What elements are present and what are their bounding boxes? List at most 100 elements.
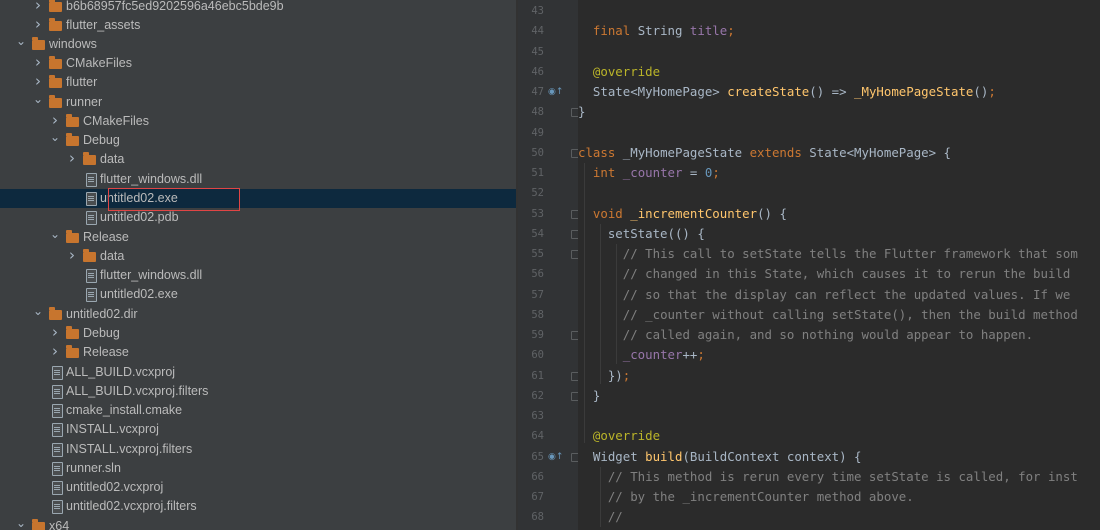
code-line[interactable]: final String title; bbox=[578, 21, 1100, 41]
folder-icon bbox=[49, 18, 62, 31]
tree-folder-row[interactable]: › flutter bbox=[0, 73, 516, 92]
folder-icon bbox=[83, 152, 96, 165]
tree-file-row[interactable]: untitled02.pdb bbox=[0, 208, 516, 227]
tree-folder-row[interactable]: ⌄ windows bbox=[0, 35, 516, 54]
chevron-right-icon[interactable]: › bbox=[32, 73, 44, 92]
line-number: 60 bbox=[531, 349, 544, 362]
tree-folder-row[interactable]: › CMakeFiles bbox=[0, 54, 516, 73]
chevron-down-icon[interactable]: ⌄ bbox=[49, 228, 61, 247]
tree-folder-row[interactable]: › Debug bbox=[0, 324, 516, 343]
line-number: 56 bbox=[531, 268, 544, 281]
tree-folder-row[interactable]: › data bbox=[0, 247, 516, 266]
code-line[interactable]: } bbox=[578, 386, 1100, 406]
tree-item-label: x64 bbox=[49, 519, 70, 530]
tree-file-row[interactable]: cmake_install.cmake bbox=[0, 401, 516, 420]
chevron-right-icon[interactable]: › bbox=[49, 112, 61, 131]
tree-file-row[interactable]: ALL_BUILD.vcxproj bbox=[0, 363, 516, 382]
project-tree-panel: › b6b68957fc5ed9202596a46ebc5bde9b › flutte… bbox=[0, 0, 516, 530]
tree-item-label: INSTALL.vcxproj bbox=[66, 422, 159, 436]
code-editor[interactable]: final String title; @override State<MyHo… bbox=[578, 0, 1100, 530]
line-number: 59 bbox=[531, 329, 544, 341]
code-line[interactable]: @override bbox=[578, 62, 1100, 82]
code-line[interactable]: // so that the display can reflect the u… bbox=[578, 285, 1100, 305]
line-number: 50 bbox=[531, 146, 544, 159]
line-number: 47 bbox=[531, 86, 544, 98]
tree-folder-row[interactable]: ⌄ x64 bbox=[0, 517, 516, 530]
file-icon bbox=[86, 173, 97, 187]
tree-item-label: data bbox=[100, 152, 125, 166]
tree-item-label: flutter_assets bbox=[66, 18, 141, 32]
code-line[interactable]: _counter++; bbox=[578, 345, 1100, 365]
tree-item-label: runner bbox=[66, 95, 103, 109]
editor-gutter[interactable]: 43 44 45 46 47 48 49 50 51 52 53 54 55 56 57 58 59 60 61 62… bbox=[518, 0, 580, 530]
tree-folder-row[interactable]: ⌄ runner bbox=[0, 93, 516, 112]
chevron-right-icon[interactable]: › bbox=[49, 343, 61, 362]
code-line[interactable]: // changed in this State, which causes i… bbox=[578, 264, 1100, 284]
line-number: 64 bbox=[531, 430, 544, 443]
code-line[interactable]: // called again, and so nothing would ap… bbox=[578, 325, 1100, 345]
tree-item-label: untitled02.vcxproj.filters bbox=[66, 499, 197, 513]
chevron-down-icon[interactable]: ⌄ bbox=[32, 93, 44, 112]
tree-item-label: Debug bbox=[83, 326, 120, 340]
tree-file-row[interactable]: flutter_windows.dll bbox=[0, 266, 516, 285]
tree-file-row[interactable]: untitled02.vcxproj.filters bbox=[0, 497, 516, 516]
tree-item-label: untitled02.pdb bbox=[100, 210, 179, 224]
tree-file-row[interactable]: untitled02.exe bbox=[0, 285, 516, 304]
tree-file-row[interactable]: runner.sln bbox=[0, 459, 516, 478]
line-number: 49 bbox=[531, 126, 544, 139]
override-marker-icon[interactable]: ◉↑ bbox=[548, 82, 563, 102]
code-line[interactable]: setState(() { bbox=[578, 224, 1100, 244]
code-line[interactable]: // by the _incrementCounter method above… bbox=[578, 487, 1100, 507]
chevron-right-icon[interactable]: › bbox=[32, 54, 44, 73]
tree-file-row[interactable]: flutter_windows.dll bbox=[0, 170, 516, 189]
chevron-down-icon[interactable]: ⌄ bbox=[15, 35, 27, 54]
folder-icon bbox=[49, 75, 62, 88]
code-line[interactable]: State<MyHomePage> createState() => _MyHo… bbox=[578, 82, 1100, 102]
code-line[interactable]: // This method is rerun every time setSt… bbox=[578, 467, 1100, 487]
code-line[interactable]: Widget build(BuildContext context) { bbox=[578, 447, 1100, 467]
tree-folder-row[interactable]: ⌄ untitled02.dir bbox=[0, 305, 516, 324]
tree-item-label: Release bbox=[83, 345, 129, 359]
chevron-right-icon[interactable]: › bbox=[32, 16, 44, 35]
tree-folder-row[interactable]: › b6b68957fc5ed9202596a46ebc5bde9b bbox=[0, 0, 516, 16]
code-line[interactable]: // bbox=[578, 507, 1100, 527]
line-number: 52 bbox=[531, 187, 544, 200]
chevron-right-icon[interactable]: › bbox=[66, 150, 78, 169]
file-icon bbox=[52, 462, 63, 476]
code-line[interactable]: @override bbox=[578, 426, 1100, 446]
tree-item-label: flutter bbox=[66, 75, 98, 89]
code-line[interactable]: class _MyHomePageState extends State<MyH… bbox=[578, 143, 1100, 163]
tree-item-label: Debug bbox=[83, 133, 120, 147]
override-marker-icon[interactable]: ◉↑ bbox=[548, 447, 563, 467]
tree-file-row[interactable]: untitled02.exe bbox=[0, 189, 516, 208]
tree-file-row[interactable]: INSTALL.vcxproj bbox=[0, 420, 516, 439]
code-line[interactable]: // _counter without calling setState(), … bbox=[578, 305, 1100, 325]
chevron-down-icon[interactable]: ⌄ bbox=[32, 305, 44, 324]
chevron-right-icon[interactable]: › bbox=[66, 247, 78, 266]
tree-file-row[interactable]: INSTALL.vcxproj.filters bbox=[0, 440, 516, 459]
chevron-down-icon[interactable]: ⌄ bbox=[15, 517, 27, 530]
chevron-down-icon[interactable]: ⌄ bbox=[49, 131, 61, 150]
tree-folder-row[interactable]: ⌄ Release bbox=[0, 228, 516, 247]
code-line[interactable]: int _counter = 0; bbox=[578, 163, 1100, 183]
code-line[interactable]: } bbox=[578, 102, 1100, 122]
tree-folder-row[interactable]: › data bbox=[0, 150, 516, 169]
line-number: 63 bbox=[531, 410, 544, 422]
code-line[interactable]: }); bbox=[578, 366, 1100, 386]
tree-file-row[interactable]: untitled02.vcxproj bbox=[0, 478, 516, 497]
tree-folder-row[interactable]: › CMakeFiles bbox=[0, 112, 516, 131]
tree-item-label: Release bbox=[83, 230, 129, 244]
code-line[interactable]: void _incrementCounter() { bbox=[578, 204, 1100, 224]
tree-item-label: b6b68957fc5ed9202596a46ebc5bde9b bbox=[66, 0, 284, 13]
line-number: 68 bbox=[531, 511, 544, 524]
chevron-right-icon[interactable]: › bbox=[32, 0, 44, 16]
chevron-right-icon[interactable]: › bbox=[49, 324, 61, 343]
tree-item-label: untitled02.exe bbox=[100, 287, 178, 301]
line-number: 44 bbox=[531, 25, 544, 38]
tree-file-row[interactable]: ALL_BUILD.vcxproj.filters bbox=[0, 382, 516, 401]
tree-item-label: cmake_install.cmake bbox=[66, 403, 183, 417]
tree-folder-row[interactable]: › flutter_assets bbox=[0, 16, 516, 35]
tree-folder-row[interactable]: › Release bbox=[0, 343, 516, 362]
code-line[interactable]: // This call to setState tells the Flutt… bbox=[578, 244, 1100, 264]
tree-folder-row[interactable]: ⌄ Debug bbox=[0, 131, 516, 150]
